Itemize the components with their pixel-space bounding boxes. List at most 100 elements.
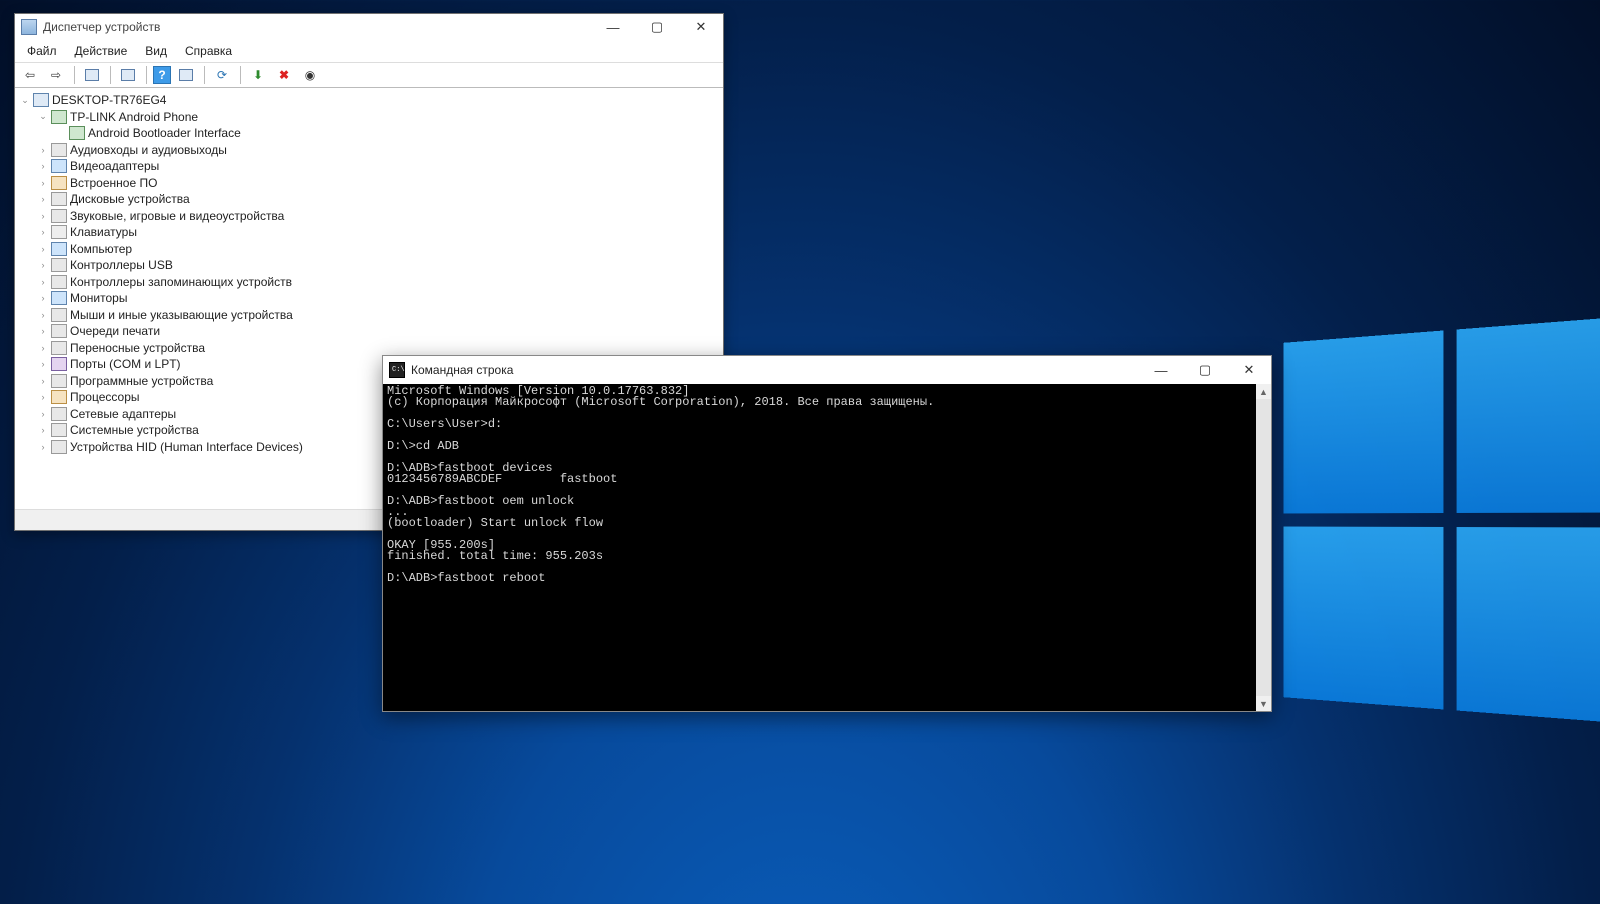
device-icon [51, 258, 67, 272]
device-icon [51, 242, 67, 256]
tree-category[interactable]: ›Дисковые устройства [15, 191, 723, 208]
maximize-button[interactable]: ▢ [635, 14, 679, 40]
device-icon [51, 192, 67, 206]
minimize-button[interactable]: — [1139, 356, 1183, 384]
expand-icon[interactable]: › [37, 310, 49, 320]
windows-logo [1283, 315, 1600, 725]
device-label: Клавиатуры [70, 225, 137, 239]
device-icon [51, 275, 67, 289]
scroll-up-icon[interactable]: ▲ [1256, 384, 1271, 399]
close-button[interactable]: ✕ [1227, 356, 1271, 384]
device-label: Процессоры [70, 390, 140, 404]
devmgr-icon [21, 19, 37, 35]
device-label: Встроенное ПО [70, 176, 157, 190]
tree-category[interactable]: ›Контроллеры запоминающих устройств [15, 274, 723, 291]
tree-category[interactable]: › Встроенное ПО [15, 175, 723, 192]
tree-category[interactable]: › Очереди печати [15, 323, 723, 340]
device-icon [51, 374, 67, 388]
device-label: Аудиовходы и аудиовыходы [70, 143, 227, 157]
cmd-output[interactable]: Microsoft Windows [Version 10.0.17763.83… [383, 384, 1256, 711]
device-icon [69, 126, 85, 140]
expand-icon[interactable]: › [37, 277, 49, 287]
device-label: Устройства HID (Human Interface Devices) [70, 440, 303, 454]
expand-icon[interactable]: › [37, 442, 49, 452]
tree-root[interactable]: ⌄ DESKTOP-TR76EG4 [15, 92, 723, 109]
tree-category[interactable]: › Мыши и иные указывающие устройства [15, 307, 723, 324]
command-prompt-window: Командная строка — ▢ ✕ Microsoft Windows… [382, 355, 1272, 712]
device-label: Очереди печати [70, 324, 160, 338]
scroll-down-icon[interactable]: ▼ [1256, 696, 1271, 711]
expand-icon[interactable]: › [37, 409, 49, 419]
cmd-scrollbar[interactable]: ▲ ▼ [1256, 384, 1271, 711]
device-label: Порты (COM и LPT) [70, 357, 181, 371]
menu-file[interactable]: Файл [23, 42, 61, 60]
device-icon [51, 209, 67, 223]
expand-icon[interactable]: › [37, 178, 49, 188]
expand-icon[interactable]: ⌄ [37, 111, 49, 122]
device-label: Мыши и иные указывающие устройства [70, 308, 293, 322]
tree-device-bootloader[interactable]: Android Bootloader Interface [15, 125, 723, 142]
tree-category[interactable]: ›Мониторы [15, 290, 723, 307]
expand-icon[interactable]: › [37, 145, 49, 155]
expand-icon[interactable]: › [37, 376, 49, 386]
device-icon [51, 407, 67, 421]
expand-icon[interactable]: › [37, 392, 49, 402]
device-label: DESKTOP-TR76EG4 [52, 93, 166, 107]
properties-button[interactable] [117, 64, 139, 86]
expand-icon[interactable]: › [37, 227, 49, 237]
tree-category-phone[interactable]: ⌄TP-LINK Android Phone [15, 109, 723, 126]
enable-button[interactable]: ◉ [299, 64, 321, 86]
devmgr-title: Диспетчер устройств [43, 20, 591, 34]
show-hidden-button[interactable] [81, 64, 103, 86]
menu-help[interactable]: Справка [181, 42, 236, 60]
device-icon [51, 159, 67, 173]
device-icon [51, 225, 67, 239]
device-icon [51, 291, 67, 305]
help-button[interactable]: ? [153, 66, 171, 84]
tree-category[interactable]: › Контроллеры USB [15, 257, 723, 274]
device-icon [51, 357, 67, 371]
close-button[interactable]: ✕ [679, 14, 723, 40]
disable-button[interactable]: ✖ [273, 64, 295, 86]
expand-icon[interactable]: › [37, 244, 49, 254]
expand-icon[interactable]: › [37, 293, 49, 303]
expand-icon[interactable]: › [37, 359, 49, 369]
maximize-button[interactable]: ▢ [1183, 356, 1227, 384]
scroll-track[interactable] [1256, 399, 1271, 696]
devmgr-titlebar[interactable]: Диспетчер устройств — ▢ ✕ [15, 14, 723, 40]
menu-view[interactable]: Вид [141, 42, 171, 60]
device-label: Программные устройства [70, 374, 213, 388]
uninstall-button[interactable]: ⬇ [247, 64, 269, 86]
back-button[interactable]: ⇦ [19, 64, 41, 86]
device-icon [51, 341, 67, 355]
device-icon [51, 110, 67, 124]
forward-button[interactable]: ⇨ [45, 64, 67, 86]
update-driver-button[interactable]: ⟳ [211, 64, 233, 86]
device-icon [33, 93, 49, 107]
expand-icon[interactable]: › [37, 194, 49, 204]
expand-icon[interactable]: › [37, 161, 49, 171]
device-label: Компьютер [70, 242, 132, 256]
cmd-titlebar[interactable]: Командная строка — ▢ ✕ [383, 356, 1271, 384]
scan-hardware-button[interactable] [175, 64, 197, 86]
device-label: Видеоадаптеры [70, 159, 159, 173]
expand-icon[interactable]: › [37, 326, 49, 336]
tree-category[interactable]: › Видеоадаптеры [15, 158, 723, 175]
expand-icon[interactable]: › [37, 343, 49, 353]
tree-category[interactable]: › Переносные устройства [15, 340, 723, 357]
expand-icon[interactable]: ⌄ [19, 95, 31, 106]
expand-icon[interactable]: › [37, 425, 49, 435]
tree-category[interactable]: › Аудиовходы и аудиовыходы [15, 142, 723, 159]
menu-action[interactable]: Действие [71, 42, 132, 60]
device-label: Звуковые, игровые и видеоустройства [70, 209, 284, 223]
device-icon [51, 390, 67, 404]
expand-icon[interactable]: › [37, 260, 49, 270]
device-icon [51, 423, 67, 437]
device-label: Контроллеры USB [70, 258, 173, 272]
device-label: Переносные устройства [70, 341, 205, 355]
tree-category[interactable]: › Звуковые, игровые и видеоустройства [15, 208, 723, 225]
expand-icon[interactable]: › [37, 211, 49, 221]
minimize-button[interactable]: — [591, 14, 635, 40]
tree-category[interactable]: › Компьютер [15, 241, 723, 258]
tree-category[interactable]: › Клавиатуры [15, 224, 723, 241]
